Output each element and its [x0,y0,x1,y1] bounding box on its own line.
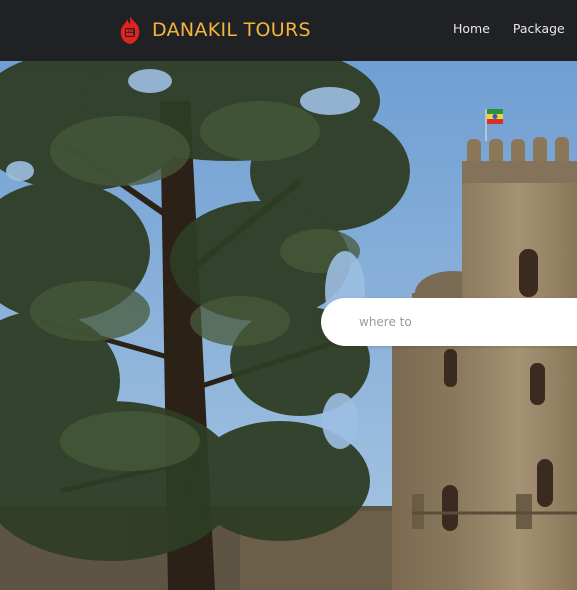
search-box [321,298,577,346]
nav-link-package[interactable]: Package [513,21,565,36]
brand-link[interactable]: DANAKIL TOURS [117,12,311,48]
nav-link-home[interactable]: Home [453,21,490,36]
navbar: DANAKIL TOURS Home Package [0,0,577,61]
search-input[interactable] [359,298,577,346]
page: DANAKIL TOURS Home Package [0,0,577,590]
fist-flame-logo-icon [120,16,140,44]
main-nav: Home Package [453,21,565,36]
brand-name: DANAKIL TOURS [152,19,311,41]
